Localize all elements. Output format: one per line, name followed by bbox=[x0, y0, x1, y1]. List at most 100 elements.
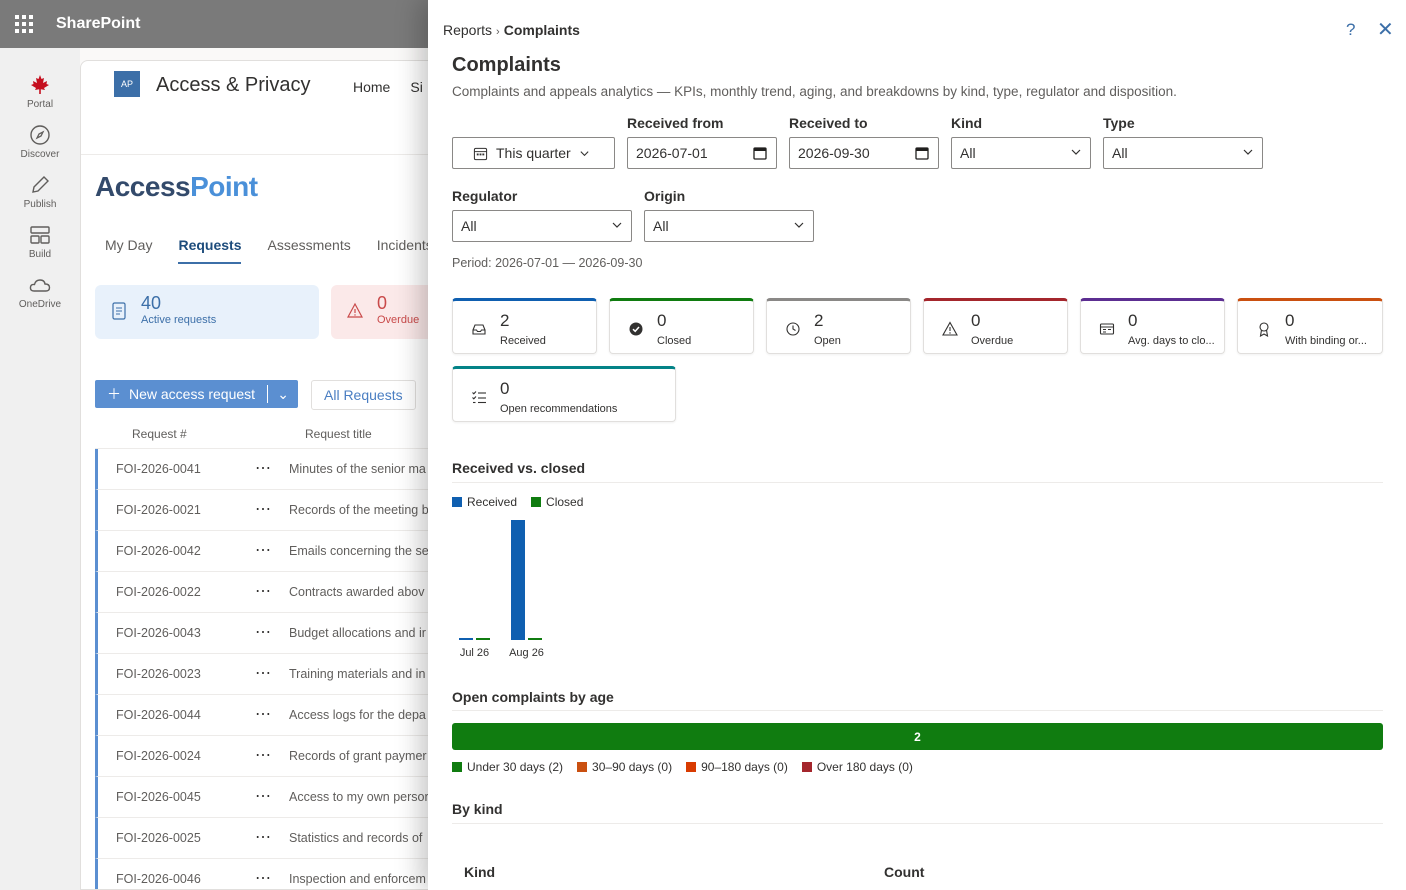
kpi-avg-days-to-close[interactable]: 0 Avg. days to clo... bbox=[1080, 298, 1225, 354]
cloud-icon bbox=[29, 278, 51, 292]
kpi-with-binding-orders[interactable]: 0 With binding or... bbox=[1237, 298, 1383, 354]
legend-swatch bbox=[452, 762, 462, 772]
more-icon[interactable]: ⋯ bbox=[255, 622, 271, 642]
table-row[interactable]: FOI-2026-0046 ⋯ Inspection and enforcem bbox=[95, 859, 439, 889]
kind-dropdown[interactable]: All bbox=[951, 137, 1091, 169]
kpi-label: Open recommendations bbox=[500, 403, 618, 415]
layout-icon bbox=[30, 225, 50, 244]
received-to-input[interactable]: 2026-09-30 bbox=[789, 137, 939, 169]
plus-icon: ＋ bbox=[107, 386, 121, 402]
tab-assessments[interactable]: Assessments bbox=[267, 237, 350, 264]
more-icon[interactable]: ⋯ bbox=[255, 663, 271, 683]
table-row[interactable]: FOI-2026-0025 ⋯ Statistics and records of bbox=[95, 818, 439, 859]
table-row[interactable]: FOI-2026-0041 ⋯ Minutes of the senior ma bbox=[95, 449, 439, 490]
app-launcher-icon[interactable] bbox=[0, 0, 48, 48]
received-to-label: Received to bbox=[789, 115, 868, 131]
ribbon-icon bbox=[1259, 322, 1269, 337]
table-row[interactable]: FOI-2026-0043 ⋯ Budget allocations and ir bbox=[95, 613, 439, 654]
kpi-label: Open bbox=[814, 335, 841, 347]
table-row[interactable]: FOI-2026-0044 ⋯ Access logs for the depa bbox=[95, 695, 439, 736]
calendar-icon[interactable] bbox=[753, 146, 767, 160]
received-from-label: Received from bbox=[627, 115, 724, 131]
kpi-closed[interactable]: 0 Closed bbox=[609, 298, 754, 354]
more-icon[interactable]: ⋯ bbox=[255, 499, 271, 519]
chevron-down-icon bbox=[794, 222, 804, 228]
column-request-number[interactable]: Request # bbox=[132, 427, 187, 441]
new-access-request-button[interactable]: ＋ New access request ⌄ bbox=[95, 380, 299, 408]
kind-section-title: By kind bbox=[452, 801, 503, 817]
list-header: Request # Request title bbox=[95, 419, 439, 449]
more-icon[interactable]: ⋯ bbox=[255, 581, 271, 601]
regulator-dropdown[interactable]: All bbox=[452, 210, 632, 242]
active-requests-tile[interactable]: 40 Active requests bbox=[95, 285, 319, 339]
chevron-down-icon[interactable]: ⌄ bbox=[268, 386, 298, 403]
type-dropdown[interactable]: All bbox=[1103, 137, 1263, 169]
table-row[interactable]: FOI-2026-0042 ⋯ Emails concerning the se bbox=[95, 531, 439, 572]
column-count[interactable]: Count bbox=[884, 864, 924, 880]
kpi-overdue[interactable]: 0 Overdue bbox=[923, 298, 1068, 354]
appbar-item-onedrive[interactable]: OneDrive bbox=[0, 266, 80, 316]
check-circle-icon bbox=[629, 322, 643, 336]
bar-closed-aug-26[interactable] bbox=[528, 638, 542, 640]
site-nav-item[interactable]: Si bbox=[410, 79, 422, 95]
origin-dropdown[interactable]: All bbox=[644, 210, 814, 242]
appbar-item-portal[interactable]: Portal bbox=[0, 66, 80, 116]
appbar-item-publish[interactable]: Publish bbox=[0, 166, 80, 216]
origin-label: Origin bbox=[644, 188, 686, 204]
more-icon[interactable]: ⋯ bbox=[255, 786, 271, 806]
suite-title[interactable]: SharePoint bbox=[56, 15, 140, 33]
more-icon[interactable]: ⋯ bbox=[255, 827, 271, 847]
kpi-label: Overdue bbox=[971, 335, 1014, 347]
maple-leaf-icon bbox=[31, 74, 49, 94]
kpi-received[interactable]: 2 Received bbox=[452, 298, 597, 354]
overdue-tile[interactable]: 0 Overdue bbox=[331, 285, 439, 339]
tab-incidents[interactable]: Incidents bbox=[377, 237, 433, 264]
bar-received-aug-26[interactable] bbox=[511, 520, 525, 640]
x-tick-label: Aug 26 bbox=[509, 647, 544, 659]
calendar-icon[interactable] bbox=[915, 146, 929, 160]
request-list: FOI-2026-0041 ⋯ Minutes of the senior ma F… bbox=[95, 449, 439, 889]
table-row[interactable]: FOI-2026-0024 ⋯ Records of grant paymer bbox=[95, 736, 439, 777]
site-nav-home[interactable]: Home bbox=[353, 79, 390, 95]
chevron-down-icon bbox=[1243, 149, 1253, 155]
bar-closed-jul-26[interactable] bbox=[476, 638, 490, 640]
legend-swatch bbox=[686, 762, 697, 772]
column-kind[interactable]: Kind bbox=[464, 864, 495, 880]
more-icon[interactable]: ⋯ bbox=[255, 704, 271, 724]
more-icon[interactable]: ⋯ bbox=[255, 540, 271, 560]
age-section-title: Open complaints by age bbox=[452, 689, 614, 705]
kpi-value: 0 bbox=[1128, 311, 1138, 330]
legend-swatch bbox=[801, 762, 812, 772]
received-from-input[interactable]: 2026-07-01 bbox=[627, 137, 777, 169]
kpi-open-recommendations[interactable]: 0 Open recommendations bbox=[452, 366, 676, 422]
more-icon[interactable]: ⋯ bbox=[255, 868, 271, 888]
calendar-icon bbox=[1099, 323, 1115, 335]
legend-item-closed: Closed bbox=[531, 495, 583, 509]
more-icon[interactable]: ⋯ bbox=[255, 458, 271, 478]
breadcrumb-reports[interactable]: Reports bbox=[443, 22, 492, 38]
more-icon[interactable]: ⋯ bbox=[255, 745, 271, 765]
help-icon[interactable]: ? bbox=[1346, 20, 1355, 40]
appbar-label: OneDrive bbox=[18, 298, 62, 310]
site-name[interactable]: Access & Privacy bbox=[156, 74, 310, 97]
bar-received-jul-26[interactable] bbox=[459, 638, 473, 640]
tab-my-day[interactable]: My Day bbox=[105, 237, 152, 264]
site-logo[interactable]: AP bbox=[114, 71, 140, 97]
table-row[interactable]: FOI-2026-0023 ⋯ Training materials and in bbox=[95, 654, 439, 695]
date-range-button[interactable]: This quarter bbox=[452, 137, 615, 169]
pen-icon bbox=[32, 175, 49, 193]
view-selector[interactable]: All Requests bbox=[311, 380, 416, 410]
column-request-title[interactable]: Request title bbox=[305, 427, 372, 441]
table-row[interactable]: FOI-2026-0045 ⋯ Access to my own persor bbox=[95, 777, 439, 818]
tab-requests[interactable]: Requests bbox=[178, 237, 242, 264]
appbar-label: Discover bbox=[20, 148, 60, 160]
table-row[interactable]: FOI-2026-0022 ⋯ Contracts awarded abov bbox=[95, 572, 439, 613]
age-segment[interactable]: 2 bbox=[452, 723, 1383, 750]
appbar-item-build[interactable]: Build bbox=[0, 216, 80, 266]
close-icon[interactable]: ✕ bbox=[1377, 17, 1394, 42]
appbar-item-discover[interactable]: Discover bbox=[0, 116, 80, 166]
tile-value: 40 bbox=[141, 293, 162, 313]
tile-label: Active requests bbox=[141, 314, 217, 326]
kpi-open[interactable]: 2 Open bbox=[766, 298, 911, 354]
table-row[interactable]: FOI-2026-0021 ⋯ Records of the meeting b bbox=[95, 490, 439, 531]
